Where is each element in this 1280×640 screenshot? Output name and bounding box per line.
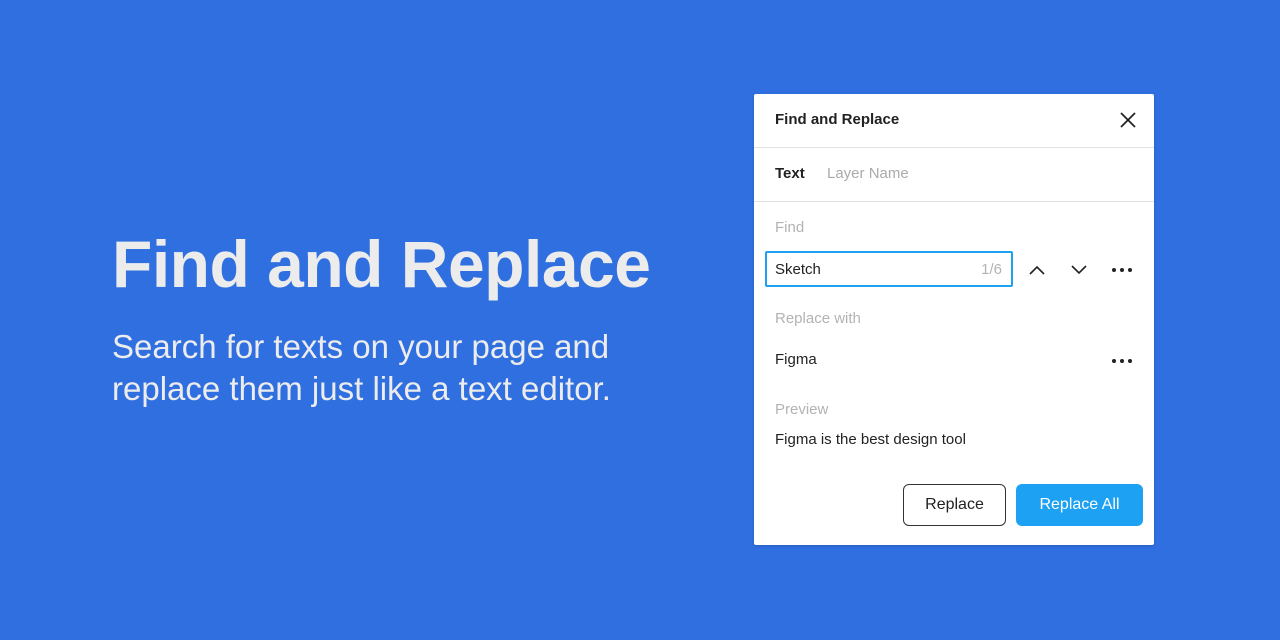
dialog-title: Find and Replace [775,111,900,128]
preview-text: Figma is the best design tool [775,431,966,448]
close-icon [1120,112,1136,128]
close-button[interactable] [1118,110,1138,130]
hero-title: Find and Replace [112,227,651,301]
find-options-button[interactable] [1110,258,1134,282]
tab-text[interactable]: Text [775,165,805,182]
dialog-header: Find and Replace [754,94,1154,148]
replace-label: Replace with [775,310,861,327]
replace-all-button[interactable]: Replace All [1016,484,1143,526]
more-horizontal-icon [1112,268,1132,272]
next-match-button[interactable] [1067,258,1091,282]
chevron-up-icon [1029,265,1045,275]
more-horizontal-icon [1112,359,1132,363]
chevron-down-icon [1071,265,1087,275]
find-label: Find [775,219,805,236]
find-input[interactable] [775,253,965,285]
previous-match-button[interactable] [1025,258,1049,282]
replace-input[interactable]: Figma [775,351,817,368]
find-field[interactable]: 1/6 [765,251,1013,287]
search-mode-tabs: Text Layer Name [754,148,1154,202]
replace-button[interactable]: Replace [903,484,1006,526]
preview-label: Preview [775,401,829,418]
replace-options-button[interactable] [1110,349,1134,373]
match-count: 1/6 [981,261,1002,278]
find-replace-dialog: Find and Replace Text Layer Name Find 1/… [754,94,1154,545]
hero-subtitle: Search for texts on your page and replac… [112,328,611,407]
tab-layer-name[interactable]: Layer Name [827,165,909,182]
